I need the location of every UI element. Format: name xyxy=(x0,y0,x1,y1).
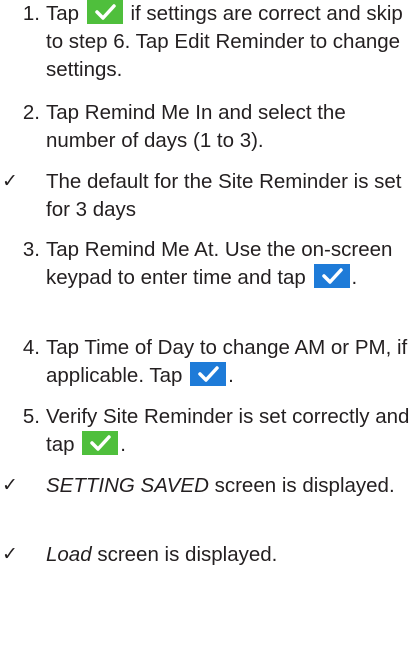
check-icon-green xyxy=(82,431,119,455)
note-text: The default for the Site Reminder is set… xyxy=(46,170,402,221)
ui-term: Remind Me In xyxy=(84,101,213,124)
check-icon-blue xyxy=(313,264,350,288)
ui-term: Time of Day xyxy=(84,336,195,359)
step-number: 4. xyxy=(22,336,40,359)
checkmark-icon: ✓ xyxy=(2,171,18,192)
ui-term: Remind Me At xyxy=(84,238,214,261)
check-icon-green xyxy=(86,0,123,24)
step-4: 4. Tap Time of Day to change AM or PM, i… xyxy=(0,334,414,390)
screen-name: SETTING SAVED xyxy=(46,474,209,497)
step-text: . xyxy=(120,433,126,456)
step-number: 1. xyxy=(22,2,40,25)
step-text: Tap xyxy=(46,238,80,261)
step-text: . xyxy=(228,364,234,387)
note-text: screen is displayed. xyxy=(97,543,278,566)
step-2: 2. Tap Remind Me In and select the numbe… xyxy=(0,99,414,155)
check-icon-blue xyxy=(190,362,227,386)
instruction-page: 1. Tap if settings are correct and skip … xyxy=(0,0,414,672)
step-number: 5. xyxy=(22,405,40,428)
screen-name: Load xyxy=(46,543,92,566)
note-setting-saved: ✓ SETTING SAVED screen is displayed. xyxy=(0,472,414,500)
step-number: 2. xyxy=(22,101,40,124)
ui-term: Edit Reminder xyxy=(174,30,305,53)
checkmark-icon: ✓ xyxy=(2,544,18,565)
checkmark-icon: ✓ xyxy=(2,475,18,496)
note-text: screen is displayed. xyxy=(214,474,395,497)
note-load-screen: ✓ Load screen is displayed. xyxy=(0,541,414,569)
step-1: 1. Tap if settings are correct and skip … xyxy=(0,0,414,84)
note-default-reminder: ✓ The default for the Site Reminder is s… xyxy=(0,168,414,224)
step-text: Tap xyxy=(46,336,80,359)
step-text: Tap xyxy=(46,101,80,124)
step-number: 3. xyxy=(22,238,40,261)
step-text: . xyxy=(351,266,358,289)
step-text: Tap xyxy=(46,2,80,25)
step-3: 3. Tap Remind Me At. Use the on-screen k… xyxy=(0,236,414,292)
step-5: 5. Verify Site Reminder is set correctly… xyxy=(0,403,414,459)
